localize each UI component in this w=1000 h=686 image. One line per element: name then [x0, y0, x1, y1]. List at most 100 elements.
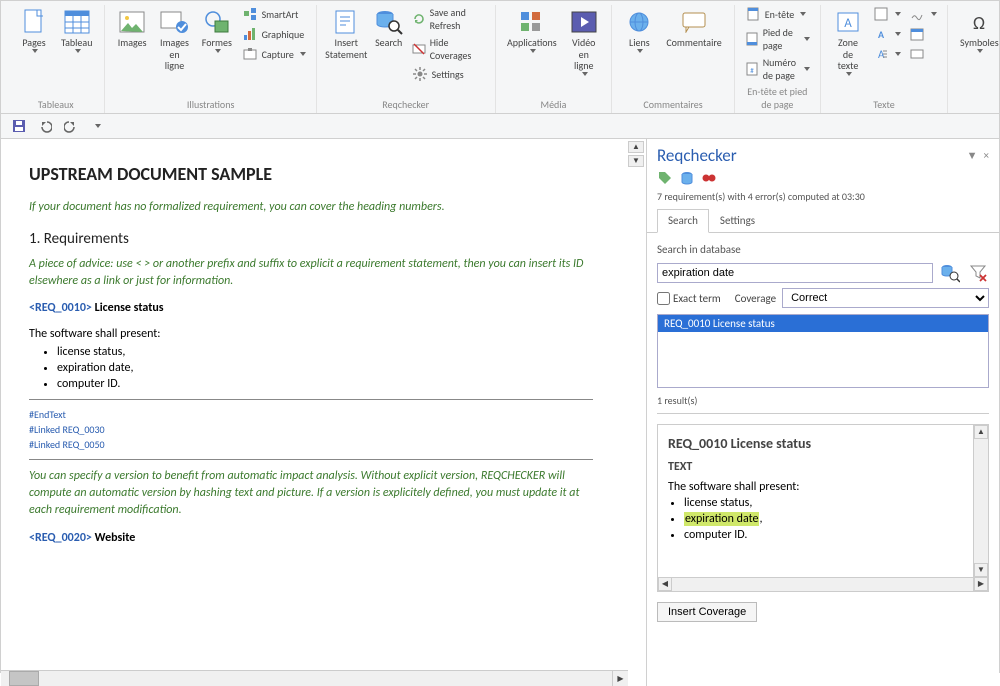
ribbon-group-entete: En-tête Pied de page # Numéro de page En… — [735, 5, 821, 113]
search-db-tool-icon[interactable] — [939, 262, 961, 284]
results-list[interactable]: REQ_0010 License status — [657, 314, 989, 388]
insert-statement-label: Insert Statement — [325, 37, 367, 60]
panel-header: Reqchecker ▼ × — [647, 139, 999, 170]
hide-icon — [412, 41, 426, 57]
date-icon — [909, 26, 925, 42]
hide-coverages-button[interactable]: Hide Coverages — [410, 35, 487, 63]
formes-label: Formes — [202, 37, 232, 49]
preview-scroll-down[interactable]: ▼ — [974, 563, 988, 577]
clear-filter-icon[interactable] — [967, 262, 989, 284]
texte-small-1[interactable] — [871, 5, 903, 23]
insert-coverage-button[interactable]: Insert Coverage — [657, 602, 757, 622]
h-scroll-right[interactable]: ▶ — [612, 671, 628, 686]
quick-parts-icon — [873, 6, 889, 22]
formes-button[interactable]: Formes — [198, 5, 235, 55]
preview-highlight: expiration date — [684, 512, 759, 526]
pied-de-page-button[interactable]: Pied de page — [743, 25, 812, 53]
panel-title: Reqchecker — [657, 145, 737, 166]
exact-term-label: Exact term — [673, 292, 721, 305]
gear-icon — [412, 66, 428, 82]
entete-button[interactable]: En-tête — [743, 5, 812, 23]
pages-button[interactable]: Pages — [15, 5, 53, 55]
doc-scroll-up[interactable]: ▲ — [628, 141, 644, 153]
doc-advice-3: You can specify a version to benefit fro… — [29, 468, 593, 518]
error-icon[interactable] — [701, 170, 717, 186]
coverage-select[interactable]: Correct — [782, 288, 989, 308]
illustrations-caption: Illustrations — [187, 96, 235, 113]
search-input[interactable] — [657, 263, 933, 283]
svg-text:A: A — [878, 28, 885, 41]
document-pane[interactable]: ▲ ▼ UPSTREAM DOCUMENT SAMPLE If your doc… — [1, 139, 647, 686]
redo-button[interactable] — [63, 118, 79, 134]
texte-small-6[interactable] — [907, 45, 939, 63]
quick-access-toolbar — [1, 114, 999, 139]
images-en-ligne-button[interactable]: Images en ligne — [155, 5, 194, 74]
meta-linked-2: #Linked REQ_0050 — [29, 438, 593, 451]
preview-h-scrollbar[interactable] — [658, 577, 988, 591]
applications-button[interactable]: Applications — [504, 5, 561, 55]
meta-endtext: #EndText — [29, 408, 593, 421]
reqchecker-panel: Reqchecker ▼ × 7 requirement(s) with 4 e… — [647, 139, 999, 686]
exact-term-checkbox[interactable]: Exact term — [657, 292, 721, 305]
commentaire-button[interactable]: Commentaire — [662, 5, 725, 51]
result-count: 1 result(s) — [657, 392, 989, 414]
result-item[interactable]: REQ_0010 License status — [658, 315, 988, 332]
bullet-item: computer ID. — [57, 377, 593, 391]
zone-texte-button[interactable]: A Zone de texte — [829, 5, 867, 78]
images-en-ligne-label: Images en ligne — [159, 37, 190, 72]
insert-statement-icon — [331, 7, 361, 37]
h-scroll-thumb[interactable] — [9, 671, 39, 686]
reqchecker-settings-button[interactable]: Settings — [410, 65, 487, 83]
smartart-label: SmartArt — [262, 8, 299, 21]
tag-icon[interactable] — [657, 170, 673, 186]
capture-button[interactable]: Capture — [240, 45, 308, 63]
doc-title: UPSTREAM DOCUMENT SAMPLE — [29, 163, 593, 185]
texte-small-3[interactable]: A — [871, 45, 903, 63]
tableau-button[interactable]: Tableau — [57, 5, 96, 55]
panel-menu-button[interactable]: ▼ — [967, 149, 978, 162]
smartart-button[interactable]: SmartArt — [240, 5, 308, 23]
document-page: UPSTREAM DOCUMENT SAMPLE If your documen… — [1, 139, 621, 625]
ribbon-group-media: Applications Vidéo en ligne Média — [496, 5, 613, 113]
search-ribbon-button[interactable]: Search — [372, 5, 406, 51]
preview-scroll-right[interactable]: ▶ — [974, 577, 988, 591]
preview-scroll-up[interactable]: ▲ — [974, 425, 988, 439]
capture-icon — [242, 46, 258, 62]
panel-close-button[interactable]: × — [984, 149, 989, 162]
refresh-icon — [412, 11, 426, 27]
save-refresh-button[interactable]: Save and Refresh — [410, 5, 487, 33]
page-icon — [19, 7, 49, 37]
liens-button[interactable]: Liens — [620, 5, 658, 55]
texte-small-5[interactable] — [907, 25, 939, 43]
liens-label: Liens — [629, 37, 650, 49]
images-button[interactable]: Images — [113, 5, 150, 51]
db-icon[interactable] — [679, 170, 695, 186]
symboles-button[interactable]: Ω Symboles — [956, 5, 1000, 55]
applications-label: Applications — [507, 37, 557, 49]
numero-page-button[interactable]: # Numéro de page — [743, 55, 812, 83]
tab-settings[interactable]: Settings — [709, 209, 766, 232]
req-0020-line: <REQ_0020> Website — [29, 531, 593, 545]
tab-search[interactable]: Search — [657, 209, 709, 233]
preview-scroll-left[interactable]: ◀ — [658, 577, 672, 591]
search-label: Search in database — [657, 239, 989, 258]
texte-small-4[interactable] — [907, 5, 939, 23]
undo-button[interactable] — [37, 118, 53, 134]
doc-horizontal-scrollbar[interactable]: ▶ — [1, 670, 628, 686]
req-0020-title: Website — [92, 531, 135, 545]
graphique-icon — [242, 26, 258, 42]
req-0010-tag: <REQ_0010> — [29, 301, 92, 315]
doc-scroll-down[interactable]: ▼ — [628, 155, 644, 167]
video-button[interactable]: Vidéo en ligne — [564, 5, 603, 78]
save-button[interactable] — [11, 118, 27, 134]
texte-small-2[interactable]: A — [871, 25, 903, 43]
ribbon-group-texte: A Zone de texte A A — [821, 5, 948, 113]
exact-term-input[interactable] — [657, 292, 670, 305]
entete-caption: En-tête et pied de page — [743, 83, 812, 113]
ribbon-group-illustrations: Images Images en ligne Formes SmartArt G… — [105, 5, 316, 113]
insert-statement-button[interactable]: Insert Statement — [325, 5, 368, 62]
preview-title: REQ_0010 License status — [668, 435, 978, 452]
qat-more-button[interactable] — [89, 118, 105, 134]
applications-icon — [517, 7, 547, 37]
graphique-button[interactable]: Graphique — [240, 25, 308, 43]
